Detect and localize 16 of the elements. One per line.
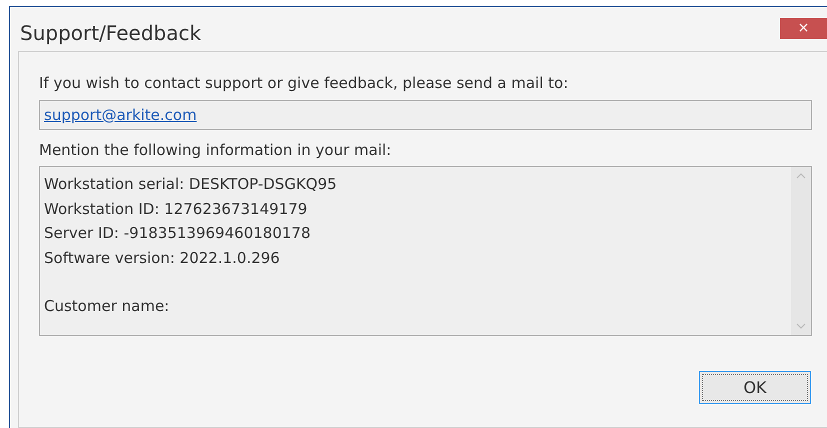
info-prompt: Mention the following information in your mail:	[39, 140, 392, 160]
close-button[interactable]: ×	[780, 18, 827, 39]
scrollbar[interactable]	[791, 167, 811, 335]
scroll-down-icon[interactable]	[796, 323, 806, 329]
ok-button[interactable]: OK	[699, 371, 811, 404]
customer-name-line: Customer name:	[44, 296, 170, 317]
info-line: Workstation serial: DESKTOP-DSGKQ95	[44, 174, 338, 195]
info-line: Server ID: -9183513969460180178	[44, 223, 312, 244]
email-link[interactable]: support@arkite.com	[44, 104, 197, 126]
window-title: Support/Feedback	[20, 20, 202, 47]
contact-prompt: If you wish to contact support or give feedback, please send a mail to:	[39, 73, 570, 93]
scroll-up-icon[interactable]	[796, 173, 806, 179]
info-line: Software version: 2022.1.0.296	[44, 248, 281, 268]
email-field[interactable]: support@arkite.com	[39, 100, 812, 130]
info-line: Workstation ID: 127623673149179	[44, 198, 308, 220]
info-text-area[interactable]: Workstation serial: DESKTOP-DSGKQ95 Workstation ID: 127623673149179 Server ID: -9183513969460180178 Software version: 2022.1.0.296 Customer name:	[39, 166, 812, 336]
